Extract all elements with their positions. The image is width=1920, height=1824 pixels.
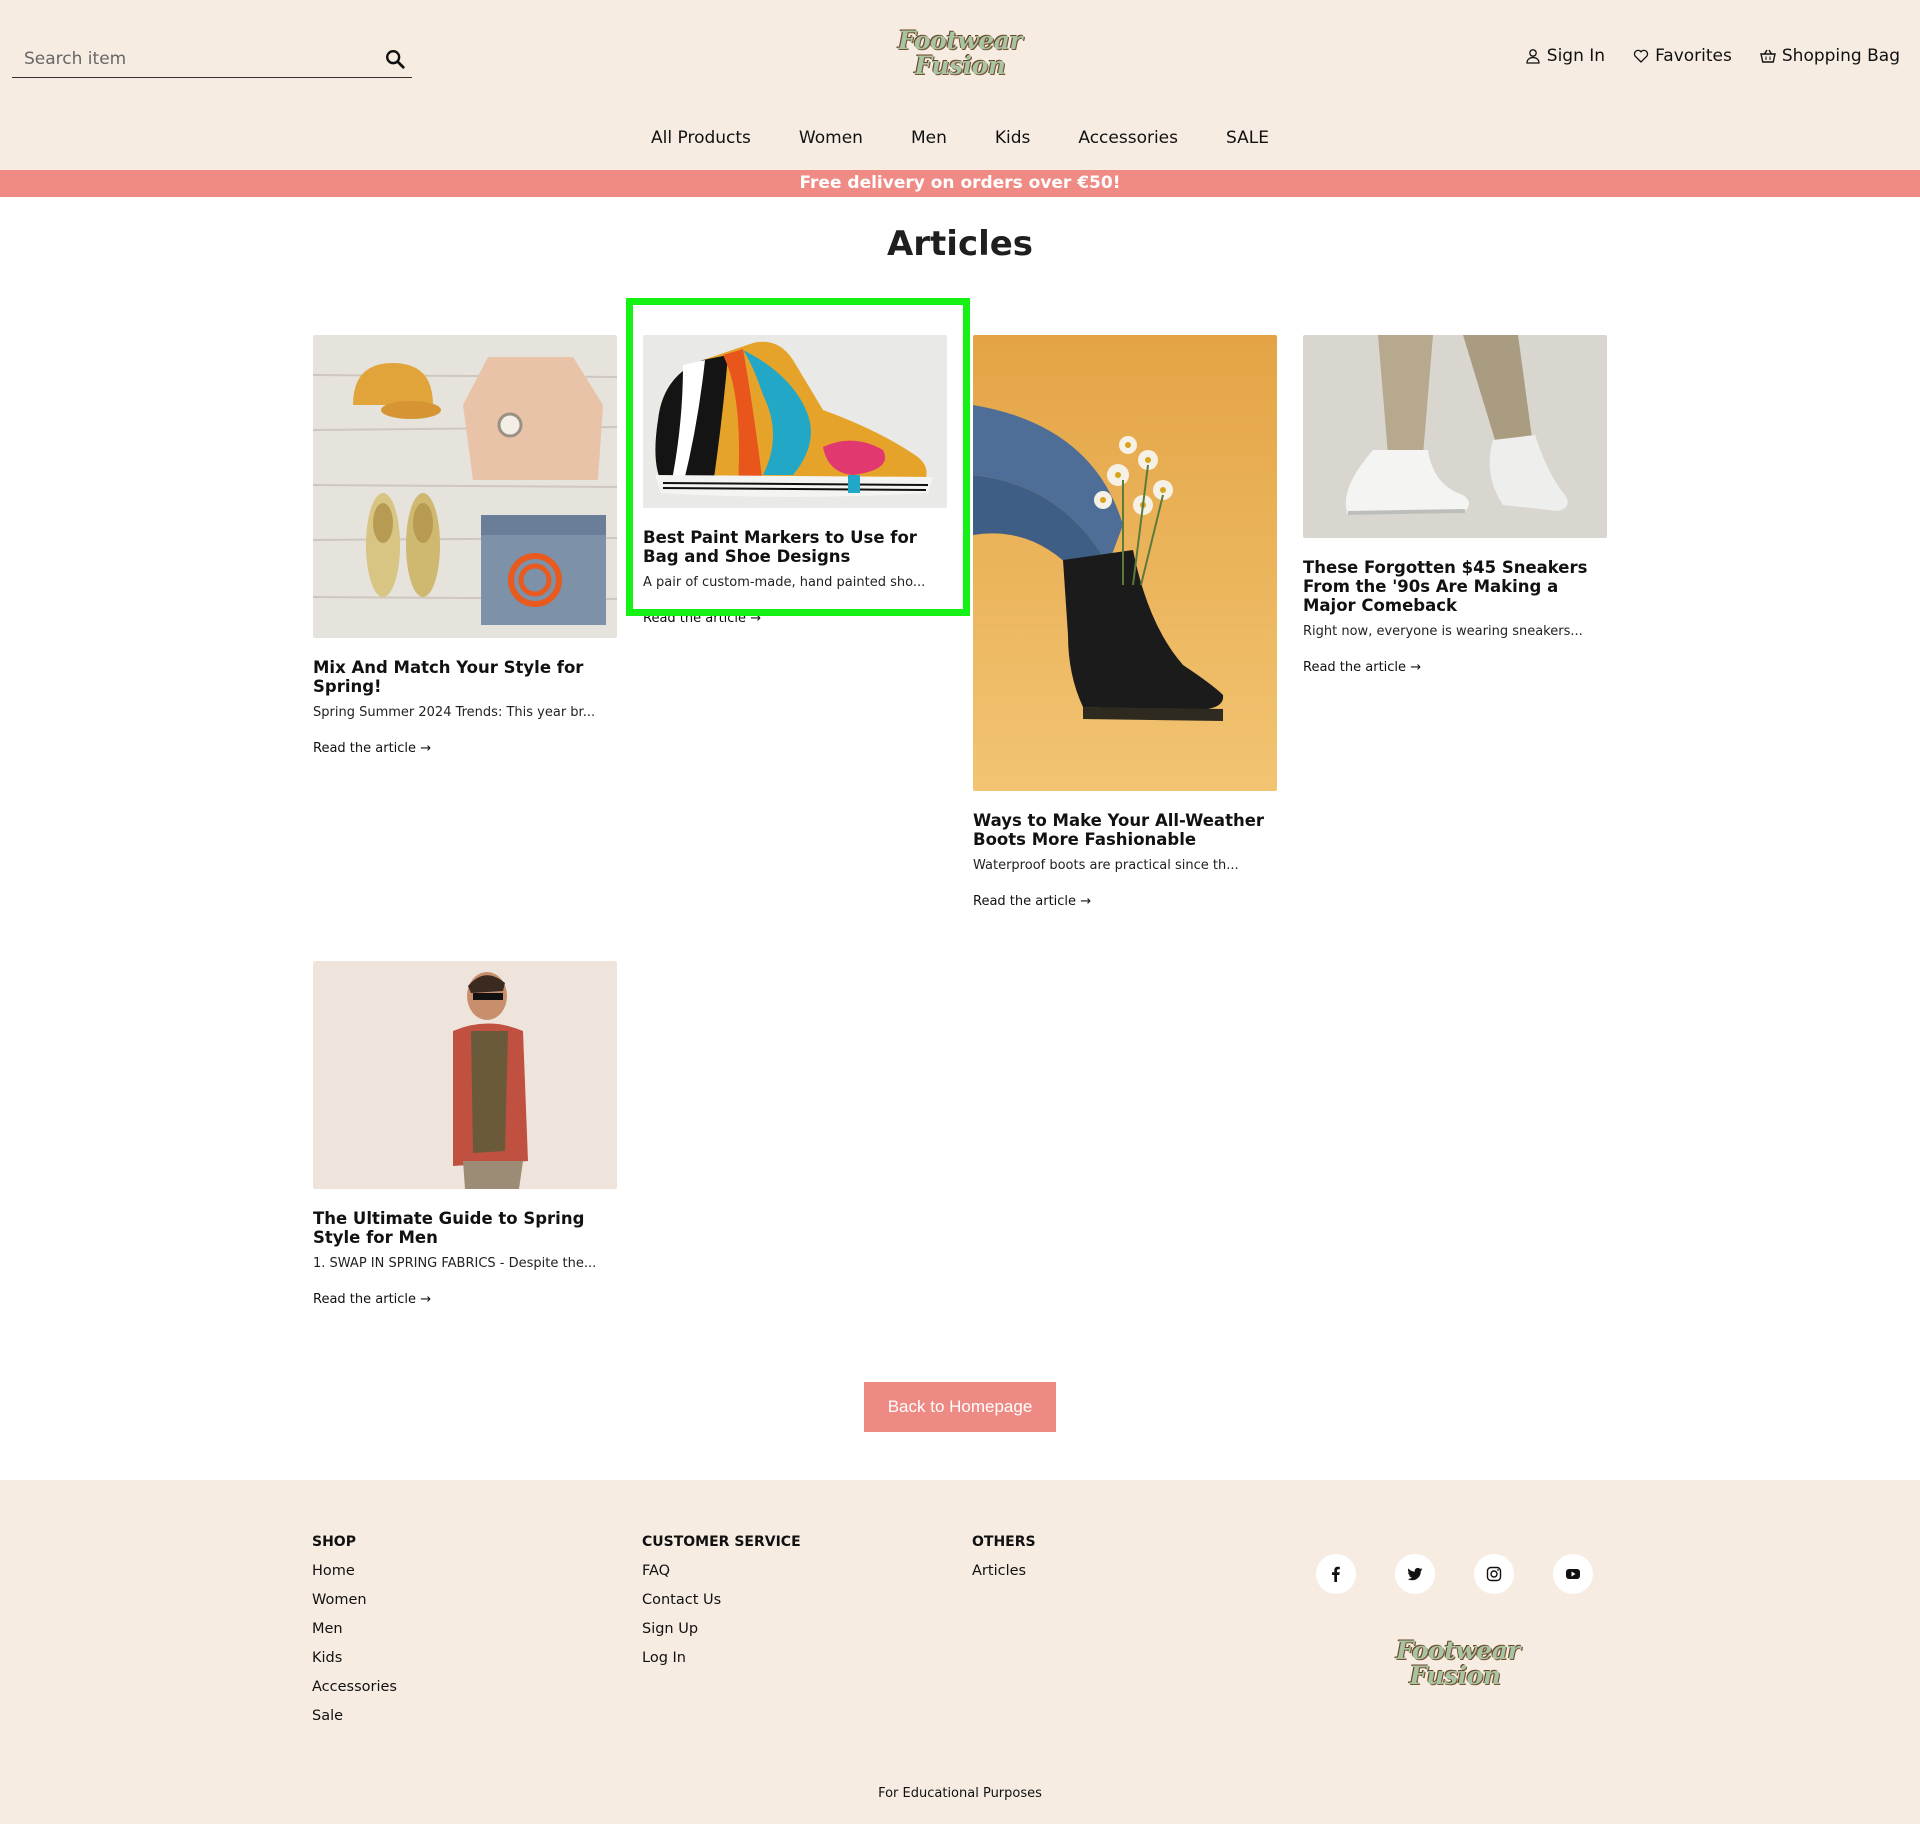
facebook-icon — [1332, 1566, 1340, 1582]
user-icon — [1526, 49, 1540, 64]
logo-line-1: Footwear — [898, 26, 1023, 55]
nav-all-products[interactable]: All Products — [651, 128, 751, 148]
instagram-icon — [1486, 1566, 1502, 1582]
article-title[interactable]: The Ultimate Guide to Spring Style for M… — [313, 1209, 617, 1247]
article-excerpt: A pair of custom-made, hand painted sho.… — [643, 575, 926, 590]
article-card: Mix And Match Your Style for Spring! Spr… — [312, 335, 618, 756]
footer-logo[interactable]: Footwear Fusion — [1396, 1636, 1521, 1690]
footer-bottom-text: For Educational Purposes — [878, 1786, 1042, 1801]
arrow-right-icon: → — [420, 741, 432, 756]
article-excerpt: 1. SWAP IN SPRING FABRICS - Despite the.… — [313, 1256, 597, 1271]
site-logo[interactable]: Footwear Fusion — [898, 26, 1023, 82]
nav-women[interactable]: Women — [799, 128, 863, 148]
article-card: Ways to Make Your All-Weather Boots More… — [973, 335, 1277, 909]
nav-sale[interactable]: SALE — [1226, 128, 1269, 148]
sign-in-label: Sign In — [1546, 46, 1606, 66]
article-excerpt: Waterproof boots are practical since th.… — [973, 858, 1239, 873]
footer-link-faq[interactable]: FAQ — [642, 1557, 801, 1586]
logo-line-1: Footwear — [1396, 1636, 1521, 1665]
favorites-link[interactable]: Favorites — [1633, 46, 1732, 66]
footer-others-column: OTHERS Articles — [972, 1528, 1036, 1586]
article-image-man-spring-style[interactable] — [313, 961, 617, 1189]
article-image-painted-sneaker[interactable] — [643, 335, 947, 508]
heart-icon — [1633, 49, 1649, 63]
nav-accessories[interactable]: Accessories — [1078, 128, 1178, 148]
youtube-icon — [1566, 1569, 1580, 1579]
footer-customer-service-column: CUSTOMER SERVICE FAQ Contact Us Sign Up … — [642, 1528, 801, 1673]
arrow-right-icon: → — [1080, 894, 1092, 909]
favorites-label: Favorites — [1655, 46, 1732, 66]
read-article-link[interactable]: Read the article → — [313, 741, 431, 756]
article-card: Best Paint Markers to Use for Bag and Sh… — [643, 335, 947, 626]
search-icon[interactable] — [384, 48, 406, 70]
site-header: Search item Footwear Fusion Sign In Favo… — [0, 0, 1920, 170]
twitter-icon — [1407, 1567, 1423, 1581]
article-title[interactable]: Ways to Make Your All-Weather Boots More… — [973, 811, 1277, 849]
read-article-link[interactable]: Read the article → — [643, 611, 761, 626]
read-article-label: Read the article — [313, 1292, 417, 1307]
arrow-right-icon: → — [420, 1292, 432, 1307]
arrow-right-icon: → — [750, 611, 762, 626]
footer-link-sign-up[interactable]: Sign Up — [642, 1615, 801, 1644]
facebook-link[interactable] — [1316, 1554, 1356, 1594]
article-card: The Ultimate Guide to Spring Style for M… — [313, 961, 617, 1307]
logo-line-2: Fusion — [914, 51, 1006, 80]
read-article-label: Read the article — [643, 611, 747, 626]
nav-kids[interactable]: Kids — [995, 128, 1031, 148]
footer-heading: OTHERS — [972, 1534, 1036, 1550]
footer-link-contact[interactable]: Contact Us — [642, 1586, 801, 1615]
twitter-link[interactable] — [1395, 1554, 1435, 1594]
page-title: Articles — [886, 224, 1034, 264]
footer-link-home[interactable]: Home — [312, 1557, 397, 1586]
footer-heading: SHOP — [312, 1534, 356, 1550]
promo-banner: Free delivery on orders over €50! — [0, 170, 1920, 197]
shopping-bag-label: Shopping Bag — [1781, 46, 1900, 66]
footer-shop-column: SHOP Home Women Men Kids Accessories Sal… — [312, 1528, 397, 1731]
article-image-flatlay[interactable] — [312, 335, 618, 638]
article-title[interactable]: These Forgotten $45 Sneakers From the '9… — [1303, 558, 1607, 615]
youtube-link[interactable] — [1553, 1554, 1593, 1594]
sign-in-link[interactable]: Sign In — [1525, 46, 1605, 66]
main-nav: All Products Women Men Kids Accessories … — [0, 128, 1920, 148]
footer-link-women[interactable]: Women — [312, 1586, 397, 1615]
basket-icon — [1760, 49, 1776, 63]
article-image-boots-flowers[interactable] — [973, 335, 1277, 791]
read-article-label: Read the article — [973, 894, 1077, 909]
read-article-label: Read the article — [313, 741, 417, 756]
shopping-bag-link[interactable]: Shopping Bag — [1760, 46, 1900, 66]
read-article-link[interactable]: Read the article → — [1303, 660, 1421, 675]
site-footer: SHOP Home Women Men Kids Accessories Sal… — [0, 1480, 1920, 1824]
footer-link-log-in[interactable]: Log In — [642, 1644, 801, 1673]
footer-heading: CUSTOMER SERVICE — [642, 1534, 801, 1550]
arrow-right-icon: → — [1410, 660, 1422, 675]
search-bar[interactable]: Search item — [12, 42, 412, 78]
footer-link-sale[interactable]: Sale — [312, 1702, 397, 1731]
nav-men[interactable]: Men — [911, 128, 947, 148]
read-article-link[interactable]: Read the article → — [313, 1292, 431, 1307]
user-nav: Sign In Favorites Shopping Bag — [1525, 46, 1900, 66]
logo-line-2: Fusion — [1409, 1661, 1501, 1690]
footer-link-accessories[interactable]: Accessories — [312, 1673, 397, 1702]
article-image-white-sneakers[interactable] — [1303, 335, 1607, 538]
article-title[interactable]: Best Paint Markers to Use for Bag and Sh… — [643, 528, 947, 566]
article-card: These Forgotten $45 Sneakers From the '9… — [1303, 335, 1607, 675]
read-article-label: Read the article — [1303, 660, 1407, 675]
footer-link-men[interactable]: Men — [312, 1615, 397, 1644]
footer-link-kids[interactable]: Kids — [312, 1644, 397, 1673]
article-excerpt: Right now, everyone is wearing sneakers.… — [1303, 624, 1583, 639]
back-to-homepage-button[interactable]: Back to Homepage — [864, 1382, 1056, 1432]
read-article-link[interactable]: Read the article → — [973, 894, 1091, 909]
search-input[interactable]: Search item — [24, 49, 126, 69]
footer-link-articles[interactable]: Articles — [972, 1557, 1036, 1586]
article-excerpt: Spring Summer 2024 Trends: This year br.… — [313, 705, 596, 720]
article-title[interactable]: Mix And Match Your Style for Spring! — [313, 658, 617, 696]
instagram-link[interactable] — [1474, 1554, 1514, 1594]
